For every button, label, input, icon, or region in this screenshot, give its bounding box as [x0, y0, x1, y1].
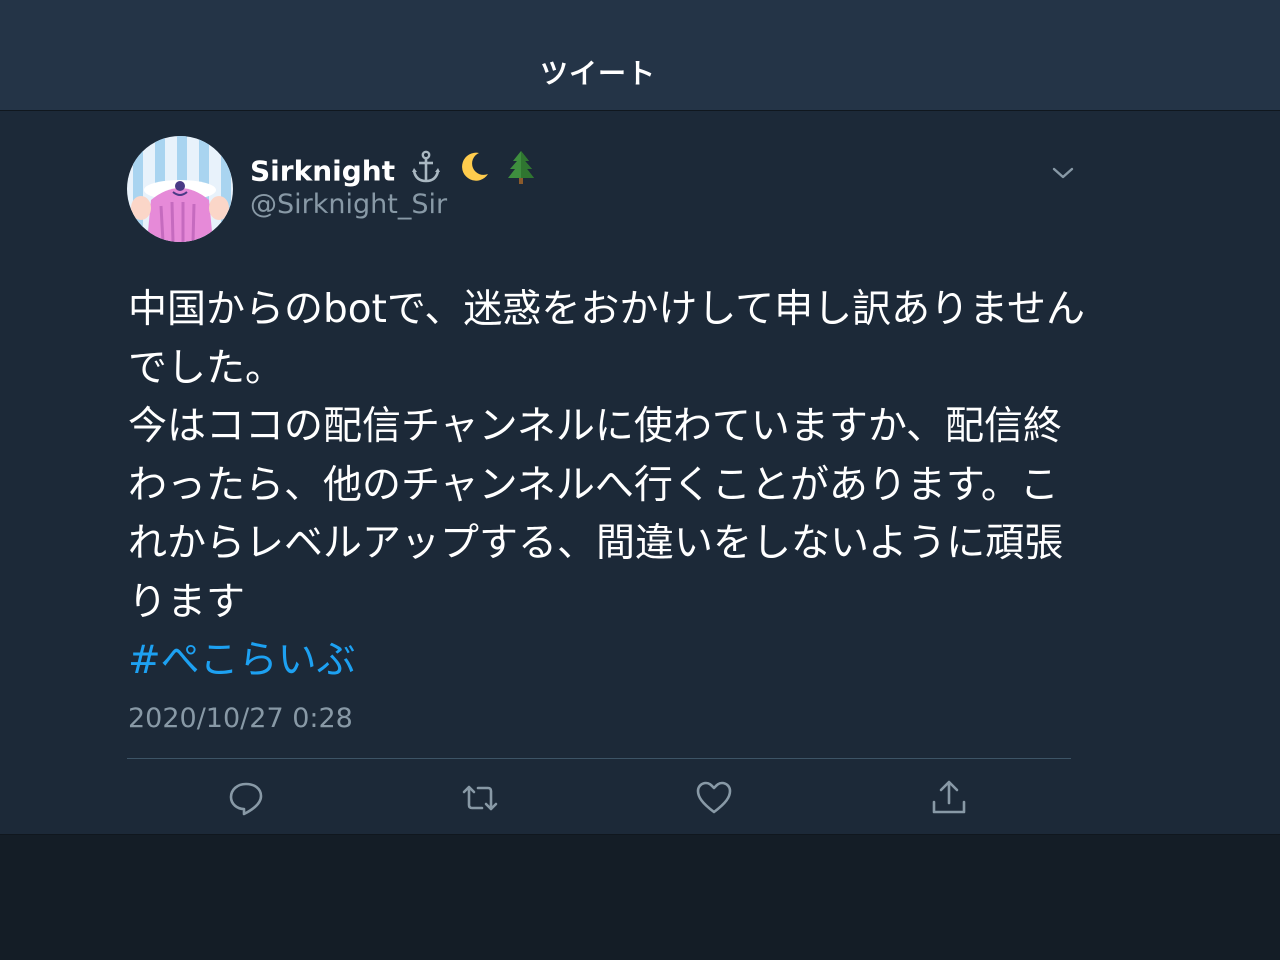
tweet-author-handle[interactable]: @Sirknight_Sir [250, 188, 447, 222]
top-nav-bar: ツイート [0, 0, 1280, 111]
reply-button[interactable] [226, 778, 266, 818]
crescent-moon-emoji-icon [457, 150, 491, 193]
tweet-author-name[interactable]: Sirknight [250, 150, 536, 193]
retweet-button[interactable] [460, 778, 500, 818]
display-name-text: Sirknight [250, 154, 396, 188]
share-button[interactable] [929, 778, 969, 818]
avatar-image [127, 136, 233, 242]
divider [127, 758, 1071, 759]
share-icon [932, 780, 966, 814]
empty-bottom-area [0, 835, 1280, 960]
hashtag-link[interactable]: #ぺこらいぶ [128, 638, 356, 683]
evergreen-tree-emoji-icon [506, 150, 536, 193]
tweet-timestamp[interactable]: 2020/10/27 0:28 [128, 702, 353, 736]
like-icon [696, 781, 732, 814]
anchor-emoji-icon [411, 150, 441, 193]
chevron-down-icon[interactable] [1050, 163, 1076, 183]
like-button[interactable] [694, 778, 734, 818]
tweet-text-paragraph: 今はココの配信チャンネルに使わていますか、配信終わったら、他のチャンネルへ行くこ… [128, 404, 1064, 625]
avatar[interactable] [127, 136, 233, 242]
page-title: ツイート [539, 57, 656, 90]
retweet-icon [462, 785, 498, 811]
tweet-text: 中国からのbotで、迷惑をおかけして申し訳ありませんでした。 今はココの配信チャ… [128, 281, 1088, 691]
tweet-text-paragraph: 中国からのbotで、迷惑をおかけして申し訳ありませんでした。 [128, 287, 1086, 391]
reply-icon [229, 782, 263, 816]
